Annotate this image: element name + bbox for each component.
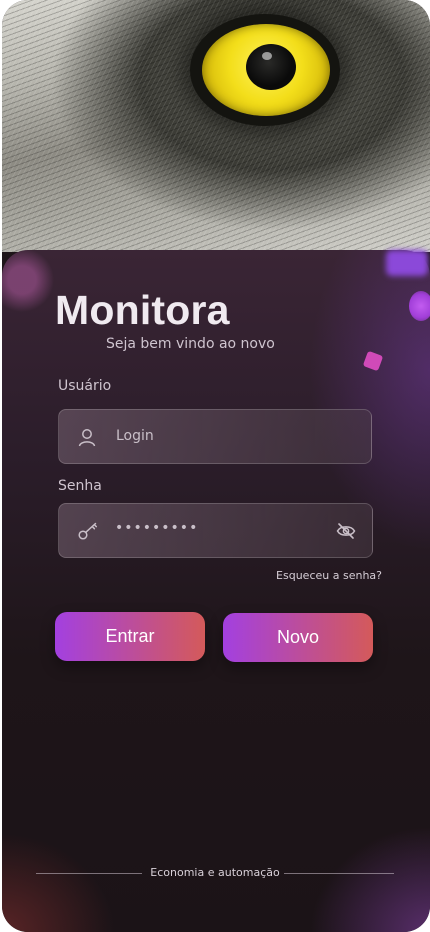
eye-glint	[262, 52, 272, 60]
new-button[interactable]: Novo	[223, 613, 373, 662]
decorative-orb	[409, 291, 430, 321]
forgot-password-link[interactable]: Esqueceu a senha?	[276, 569, 382, 582]
hero-image	[2, 0, 430, 252]
app-subtitle: Seja bem vindo ao novo	[106, 336, 275, 352]
eagle-eye-pupil	[246, 44, 296, 90]
login-panel	[2, 250, 430, 932]
key-icon	[77, 521, 99, 545]
decorative-orb	[386, 250, 428, 276]
password-input[interactable]: •••••••••	[58, 503, 373, 558]
login-placeholder: Login	[116, 428, 154, 444]
user-icon	[77, 427, 97, 451]
app-screen	[2, 0, 430, 932]
user-label: Usuário	[58, 378, 112, 394]
password-value: •••••••••	[115, 520, 199, 536]
login-button[interactable]: Entrar	[55, 612, 205, 661]
password-label: Senha	[58, 478, 102, 494]
app-title: Monitora	[55, 287, 230, 333]
eye-off-icon[interactable]	[336, 522, 356, 544]
login-input[interactable]: Login	[58, 409, 372, 464]
footer-tagline: Economia e automação	[150, 866, 280, 879]
